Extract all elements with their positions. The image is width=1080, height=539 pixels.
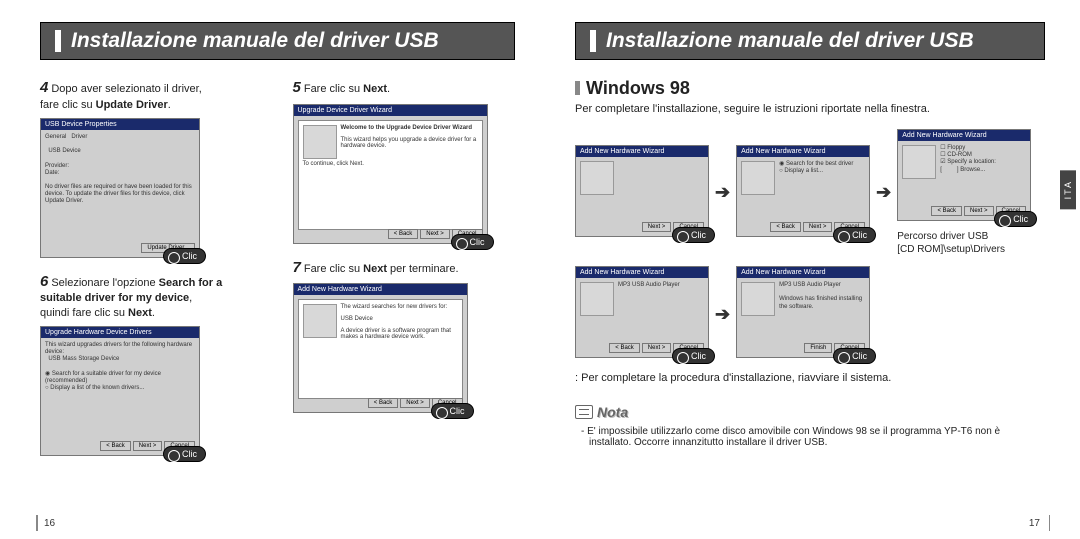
dialog-title: Add New Hardware Wizard: [898, 130, 1030, 141]
dialog-usb-properties: USB Device Properties General Driver USB…: [40, 118, 200, 258]
click-badge: Clic: [431, 403, 474, 419]
page-number-left: 16: [44, 518, 55, 529]
dialog-add-hardware: Add New Hardware Wizard MP3 USB Audio Pl…: [575, 266, 709, 358]
dialog-title: Add New Hardware Wizard: [737, 146, 869, 157]
screenshot-win98-4: Add New Hardware Wizard MP3 USB Audio Pl…: [575, 266, 709, 358]
next-button[interactable]: Next >: [642, 222, 672, 232]
header-title: Installazione manuale del driver USB: [606, 29, 974, 53]
dialog-add-hardware: Add New Hardware Wizard ◉ Search for the…: [736, 145, 870, 237]
note-text: - E' impossibile utilizzarlo come disco …: [575, 426, 1045, 448]
page-number-right: 17: [1029, 518, 1040, 529]
dialog-body: General Driver USB Device Provider:Date:…: [41, 130, 199, 210]
wizard-icon: [303, 125, 337, 159]
dialog-add-hardware: Add New Hardware Wizard ☐ Floppy☐ CD-ROM…: [897, 129, 1031, 221]
screenshot-step5: Upgrade Device Driver Wizard Welcome to …: [293, 104, 488, 244]
page-header-right: Installazione manuale del driver USB: [575, 22, 1045, 60]
dialog-title: Add New Hardware Wizard: [576, 267, 708, 278]
dialog-upgrade-wizard: Upgrade Device Driver Wizard Welcome to …: [293, 104, 488, 244]
next-button[interactable]: Next >: [642, 343, 672, 353]
left-col-1: 4Dopo aver selezionato il driver, fare c…: [40, 78, 263, 470]
step-5-text: 5Fare clic su Next.: [293, 78, 516, 98]
left-columns: 4Dopo aver selezionato il driver, fare c…: [40, 78, 515, 470]
driver-path-note: Percorso driver USB [CD ROM]\setup\Drive…: [897, 230, 1031, 256]
back-button[interactable]: < Back: [609, 343, 640, 353]
arrow-icon: ➔: [715, 182, 730, 203]
click-badge: Clic: [163, 446, 206, 462]
note-icon: [575, 405, 593, 419]
flow-row-2: Add New Hardware Wizard MP3 USB Audio Pl…: [575, 266, 1045, 362]
screenshot-win98-1: Add New Hardware Wizard Next > Cancel Cl…: [575, 145, 709, 237]
header-accent-bar: [590, 30, 596, 52]
section-intro: Per completare l'installazione, seguire …: [575, 103, 1045, 115]
dialog-upgrade-drivers: Upgrade Hardware Device Drivers This wiz…: [40, 326, 200, 456]
screenshot-step7: Add New Hardware Wizard The wizard searc…: [293, 283, 468, 413]
dialog-title: Add New Hardware Wizard: [294, 284, 467, 295]
header-accent-bar: [55, 30, 61, 52]
dialog-title: Add New Hardware Wizard: [737, 267, 869, 278]
dialog-add-hardware: Add New Hardware Wizard The wizard searc…: [293, 283, 468, 413]
arrow-icon: ➔: [876, 182, 891, 203]
click-badge: Clic: [833, 348, 876, 364]
step-7-text: 7Fare clic su Next per terminare.: [293, 258, 516, 278]
header-title: Installazione manuale del driver USB: [71, 29, 439, 53]
back-button[interactable]: < Back: [770, 222, 801, 232]
next-button[interactable]: Next >: [964, 206, 994, 216]
next-button[interactable]: Next >: [400, 398, 430, 408]
note-label: Nota: [597, 404, 628, 420]
step-number: 6: [40, 273, 48, 290]
dialog-title: Upgrade Device Driver Wizard: [294, 105, 487, 116]
dialog-title: USB Device Properties: [41, 119, 199, 130]
page-left: Installazione manuale del driver USB 4Do…: [0, 0, 540, 539]
section-accent-bar: [575, 81, 580, 95]
screenshot-win98-2: Add New Hardware Wizard ◉ Search for the…: [736, 145, 870, 237]
screenshot-win98-3: Add New Hardware Wizard ☐ Floppy☐ CD-ROM…: [897, 129, 1031, 221]
step-4-text: 4Dopo aver selezionato il driver, fare c…: [40, 78, 263, 112]
wizard-icon: [580, 282, 614, 316]
step-6-text: 6Selezionare l'opzione Search for a suit…: [40, 272, 263, 320]
next-button[interactable]: Next >: [133, 441, 163, 451]
dialog-inner: Welcome to the Upgrade Device Driver Wiz…: [298, 120, 483, 230]
step-number: 5: [293, 79, 301, 96]
next-button[interactable]: Next >: [803, 222, 833, 232]
click-badge: Clic: [994, 211, 1037, 227]
back-button[interactable]: < Back: [388, 229, 419, 239]
wizard-icon: [902, 145, 936, 179]
dialog-add-hardware: Add New Hardware Wizard Next > Cancel: [575, 145, 709, 237]
click-badge: Clic: [672, 348, 715, 364]
wizard-icon: [580, 161, 614, 195]
click-badge: Clic: [672, 227, 715, 243]
completion-text: : Per completare la procedura d'installa…: [575, 372, 1045, 384]
next-button[interactable]: Next >: [420, 229, 450, 239]
back-button[interactable]: < Back: [368, 398, 399, 408]
section-title: Windows 98: [575, 78, 1045, 99]
finish-button[interactable]: Finish: [804, 343, 832, 353]
flow-row-1: Add New Hardware Wizard Next > Cancel Cl…: [575, 129, 1045, 256]
wizard-icon: [303, 304, 337, 338]
dialog-title: Upgrade Hardware Device Drivers: [41, 327, 199, 338]
left-col-2: 5Fare clic su Next. Upgrade Device Drive…: [293, 78, 516, 470]
back-button[interactable]: < Back: [931, 206, 962, 216]
click-badge: Clic: [451, 234, 494, 250]
screenshot-step4: USB Device Properties General Driver USB…: [40, 118, 200, 258]
click-badge: Clic: [833, 227, 876, 243]
step-number: 7: [293, 259, 301, 276]
page-num-bar: [1049, 515, 1051, 531]
page-header-left: Installazione manuale del driver USB: [40, 22, 515, 60]
arrow-icon: ➔: [715, 304, 730, 325]
click-badge: Clic: [163, 248, 206, 264]
page-right: Installazione manuale del driver USB Win…: [540, 0, 1080, 539]
dialog-body: This wizard upgrades drivers for the fol…: [41, 338, 199, 396]
wizard-icon: [741, 282, 775, 316]
step-number: 4: [40, 79, 48, 96]
dialog-title: Add New Hardware Wizard: [576, 146, 708, 157]
dialog-inner: The wizard searches for new drivers for:…: [298, 299, 463, 399]
screenshot-step6: Upgrade Hardware Device Drivers This wiz…: [40, 326, 200, 456]
note-box: Nota - E' impossibile utilizzarlo come d…: [575, 404, 1045, 448]
wizard-icon: [741, 161, 775, 195]
screenshot-win98-5: Add New Hardware Wizard MP3 USB Audio Pl…: [736, 266, 870, 358]
back-button[interactable]: < Back: [100, 441, 131, 451]
dialog-add-hardware: Add New Hardware Wizard MP3 USB Audio Pl…: [736, 266, 870, 358]
page-num-bar: [36, 515, 38, 531]
language-tab: ITA: [1060, 170, 1076, 209]
